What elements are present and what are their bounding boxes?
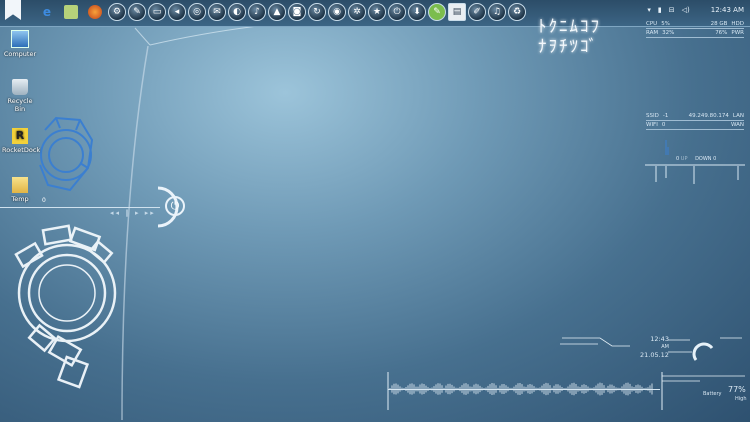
meter-row-cpu: CPU 5% 28 GB HDD [646, 21, 744, 29]
date-ampm: AM [661, 344, 669, 350]
rocketdock-bar: ⚙ ✎ ▭ ◂ ◎ ✉ ◐ ♪ ▲ ◙ ↻ ◉ ✲ ★ ⏻ ⬇ ✎ ▤ ✐ ♫ … [108, 3, 526, 23]
blue-ring-widget [39, 116, 94, 192]
dock-eye-icon[interactable]: ◉ [328, 3, 346, 21]
rocketdock-icon: R [12, 128, 28, 144]
desktop-icon-label: Computer [3, 50, 37, 58]
date-widget: 12:43 AM 21.05.12 [640, 335, 669, 359]
taskbar: e ⚙ ✎ ▭ ◂ ◎ ✉ ◐ ♪ ▲ ◙ ↻ ◉ ✲ ★ ⏻ ⬇ ✎ ▤ ✐ … [0, 0, 750, 27]
dock-power-icon[interactable]: ⏻ [388, 3, 406, 21]
dock-gear-icon[interactable]: ✲ [348, 3, 366, 21]
desktop-icon-recycle-bin[interactable]: Recycle Bin [2, 79, 38, 113]
desktop-icon-label: Recycle Bin [7, 97, 33, 113]
desktop-icon-label: Temp [11, 195, 29, 203]
katakana-line-2: ﾅｦﾁﾂｺﾞ [538, 37, 599, 57]
date-value: 21.05.12 [640, 351, 669, 359]
start-bookmark-icon[interactable] [5, 0, 21, 20]
desktop-icon-computer[interactable]: Computer [2, 30, 38, 58]
desktop-icon-temp[interactable]: Temp [2, 177, 38, 203]
battery-label: Battery [703, 391, 722, 397]
dock-music-icon[interactable]: ♪ [248, 3, 266, 21]
tray-volume-icon[interactable]: ◁) [682, 6, 690, 14]
system-meter: CPU 5% 28 GB HDD RAM 32% 76% PWR [646, 20, 744, 38]
power-icon[interactable]: ⏻ [165, 196, 185, 216]
dock-mail-icon[interactable]: ✉ [208, 3, 226, 21]
visualizer-baseline [388, 389, 660, 390]
network-meter: SSID -1 49.249.80.174 LAN WIFI 0 WAN [646, 112, 744, 130]
battery-percent: 77% [728, 385, 746, 394]
dock-globe-icon[interactable]: ◎ [188, 3, 206, 21]
meter-row-wifi: WIFI 0 WAN [646, 122, 744, 130]
media-controls[interactable]: ◂◂ ‖ ▸ ▸▸ [110, 209, 156, 217]
tray-clock[interactable]: 12:43 AM [711, 6, 744, 14]
dock-recycle-icon[interactable]: ♻ [508, 3, 526, 21]
control-panel-icon[interactable] [64, 5, 78, 19]
dock-star-icon[interactable]: ★ [368, 3, 386, 21]
date-time: 12:43 [650, 335, 669, 343]
katakana-line-1: ﾄｸﾆﾑｺﾌ [538, 17, 601, 37]
dock-wrench-icon[interactable]: ✎ [128, 3, 146, 21]
tray-battery-icon[interactable]: ▮ [658, 6, 662, 14]
katakana-clock: ﾄｸﾆﾑｺﾌ ﾅｦﾁﾂｺﾞ [538, 17, 601, 57]
tray-network-icon[interactable]: ⊟ [669, 6, 675, 14]
dock-refresh-icon[interactable]: ↻ [308, 3, 326, 21]
media-counter: 0 [42, 197, 46, 204]
dock-lock-icon[interactable]: ◐ [228, 3, 246, 21]
firefox-icon[interactable] [88, 5, 102, 19]
dock-music2-icon[interactable]: ♫ [488, 3, 506, 21]
dock-back-icon[interactable]: ◂ [168, 3, 186, 21]
dock-edit-icon[interactable]: ✐ [468, 3, 486, 21]
upload-speed: 0 UP DOWN 0 [676, 156, 717, 162]
white-ring-widget [14, 224, 117, 389]
dock-up-icon[interactable]: ▲ [268, 3, 286, 21]
system-tray: ▾ ▮ ⊟ ◁) 12:43 AM [647, 0, 744, 20]
dock-monitor-icon[interactable]: ▭ [148, 3, 166, 21]
desktop-icon-label: RocketDock [2, 146, 41, 154]
computer-icon [11, 30, 29, 48]
tray-expand-icon[interactable]: ▾ [647, 6, 651, 14]
recycle-bin-icon [12, 79, 28, 95]
dock-camera-icon[interactable]: ◙ [288, 3, 306, 21]
desktop-icon-rocketdock[interactable]: R RocketDock [2, 128, 41, 154]
folder-icon [12, 177, 28, 193]
dock-settings-icon[interactable]: ⚙ [108, 3, 126, 21]
dock-doc-icon[interactable]: ▤ [448, 3, 466, 21]
internet-explorer-icon[interactable]: e [40, 5, 54, 19]
dock-download-icon[interactable]: ⬇ [408, 3, 426, 21]
media-divider [0, 207, 160, 208]
network-graph [645, 140, 745, 184]
battery-status: High [735, 396, 747, 402]
dock-pen-icon[interactable]: ✎ [428, 3, 446, 21]
meter-row-ram: RAM 32% 76% PWR [646, 30, 744, 38]
meter-row-ssid: SSID -1 49.249.80.174 LAN [646, 113, 744, 121]
